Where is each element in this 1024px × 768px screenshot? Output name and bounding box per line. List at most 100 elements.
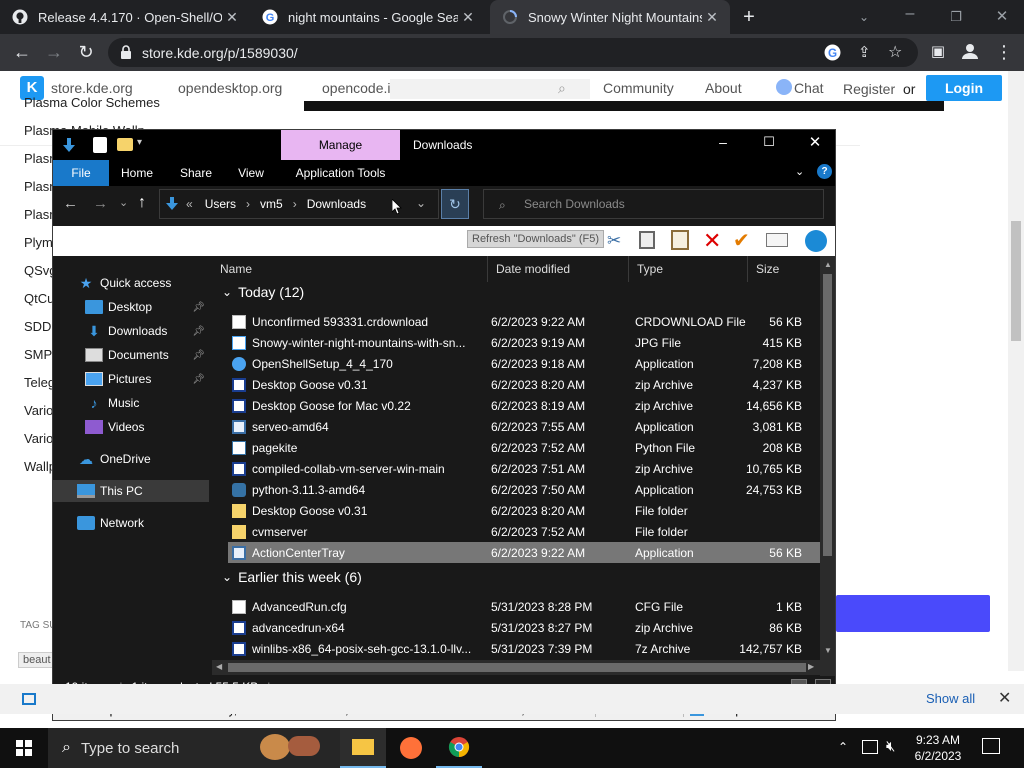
tab-home[interactable]: Home [113,160,161,186]
tab-google-search[interactable]: G night mountains - Google Search ✕ [250,0,486,34]
google-lens-icon[interactable]: G [824,44,841,64]
profile-icon[interactable] [960,42,980,62]
hscroll-thumb[interactable] [228,663,806,672]
tab-kde-store[interactable]: Snowy Winter Night Mountains W ✕ [490,0,730,34]
file-row[interactable]: Snowy-winter-night-mountains-with-sn... 6… [228,332,820,353]
notification-center-icon[interactable] [982,738,1000,754]
group-header[interactable]: ⌄ Today (12) [222,284,304,300]
file-row[interactable]: Desktop Goose for Mac v0.22 6/2/2023 8:19… [228,395,820,416]
side-panel-icon[interactable]: ▣ [928,42,948,62]
pin-icon[interactable]: 📌︎ [192,302,205,313]
scroll-right-arrow-icon[interactable]: ▶ [808,662,814,671]
address-bar[interactable]: store.kde.org/p/1589030/ G ⇪ ☆ [108,38,918,67]
close-window-button[interactable]: ✕ [990,6,1014,28]
register-link[interactable]: Register [843,81,895,97]
file-row[interactable]: Desktop Goose v0.31 6/2/2023 8:20 AM zip A… [228,374,820,395]
properties-card-icon[interactable] [766,233,788,247]
about-menu[interactable]: About [705,80,742,96]
site-search-icon[interactable]: ⌕ [558,80,566,97]
recent-locations-chevron-icon[interactable]: ⌄ [119,196,128,209]
new-folder-quick-icon[interactable] [117,138,133,151]
file-row[interactable]: ActionCenterTray 6/2/2023 9:22 AM Applicat… [228,542,820,563]
tab-github-release[interactable]: Release 4.4.170 · Open-Shell/Ope ✕ [0,0,250,34]
close-tab-icon[interactable]: ✕ [458,9,478,26]
opencode-link[interactable]: opencode.i [322,80,391,96]
nav-videos[interactable]: Videos [85,416,209,438]
column-type[interactable]: Type [629,256,748,282]
minimize-button[interactable]: – [709,134,737,154]
back-arrow-icon[interactable]: ← [63,195,78,212]
new-tab-button[interactable]: + [738,6,760,28]
nav-desktop[interactable]: Desktop 📌︎ [85,296,209,318]
reload-icon[interactable]: ↻ [76,42,96,62]
scroll-left-arrow-icon[interactable]: ◀ [216,662,222,671]
nav-pictures[interactable]: Pictures 📌︎ [85,368,209,390]
sidebar-item[interactable]: QtCu [24,291,54,306]
close-tab-icon[interactable]: ✕ [222,9,242,26]
tab-application-tools[interactable]: Application Tools [281,160,400,186]
show-hidden-icons-chevron-icon[interactable]: ⌃ [838,740,848,754]
overflow-chevron-icon[interactable]: « [186,197,193,211]
file-row[interactable]: Unconfirmed 593331.crdownload 6/2/2023 9:… [228,311,820,332]
pin-icon[interactable]: 📌︎ [192,350,205,361]
file-explorer-taskbar-button[interactable] [340,728,386,768]
download-button[interactable] [836,595,990,632]
store-link[interactable]: store.kde.org [51,80,133,96]
expand-ribbon-chevron-icon[interactable]: ⌄ [795,165,804,178]
properties-quick-icon[interactable] [93,137,107,153]
sidebar-item[interactable]: SMPl [24,347,55,362]
horizontal-scrollbar[interactable]: ◀ ▶ [212,660,820,675]
close-shelf-icon[interactable]: ✕ [998,688,1011,708]
chrome-taskbar-button[interactable] [436,728,482,768]
page-scrollbar-thumb[interactable] [1011,221,1021,341]
nav-music[interactable]: ♪ Music [85,392,209,414]
close-tab-icon[interactable]: ✕ [702,9,722,26]
network-tray-icon[interactable] [862,740,878,754]
tab-share[interactable]: Share [173,160,219,186]
breadcrumb-downloads[interactable]: Downloads [307,197,366,211]
sidebar-item[interactable]: Plasma Color Schemes [24,95,160,110]
help-icon[interactable]: ? [817,164,832,179]
group-header[interactable]: ⌄ Earlier this week (6) [222,569,362,585]
clock[interactable]: 9:23 AM 6/2/2023 [906,733,970,763]
show-all-link[interactable]: Show all [926,691,975,706]
close-button[interactable]: ✕ [801,133,829,153]
file-row[interactable]: python-3.11.3-amd64 6/2/2023 7:50 AM Appli… [228,479,820,500]
page-scrollbar[interactable] [1008,71,1024,671]
collapse-chevron-icon[interactable]: ⌄ [222,570,232,584]
column-size[interactable]: Size [748,256,820,282]
column-date-modified[interactable]: Date modified [488,256,629,282]
breadcrumb-users[interactable]: Users [205,197,236,211]
delete-x-icon[interactable]: ✕ [703,228,721,254]
taskbar-search-box[interactable]: ⌕ Type to search [48,728,340,768]
opendesktop-link[interactable]: opendesktop.org [178,80,282,96]
sidebar-item[interactable]: Vario [24,431,53,446]
quick-access-toolbar-chevron-icon[interactable]: ▾ [137,137,142,148]
firefox-taskbar-button[interactable] [388,728,434,768]
pin-icon[interactable]: 📌︎ [192,326,205,337]
scroll-up-arrow-icon[interactable]: ▲ [824,260,832,269]
refresh-button[interactable]: ↻ [441,189,469,219]
nav-quick-access[interactable]: ★ Quick access [77,272,209,294]
share-icon[interactable]: ⇪ [858,43,871,61]
manage-context-tab[interactable]: Manage [281,130,400,160]
file-row[interactable]: advancedrun-x64 5/31/2023 8:27 PM zip Arch… [228,617,820,638]
back-arrow-icon[interactable]: ← [12,42,32,62]
login-button[interactable]: Login [926,75,1002,101]
forward-arrow-icon[interactable]: → [93,195,108,212]
file-row[interactable]: winlibs-x86_64-posix-seh-gcc-13.1.0-llv.… [228,638,820,659]
start-windows-icon[interactable] [0,728,48,768]
minimize-window-button[interactable]: – [898,6,922,28]
address-dropdown-chevron-icon[interactable]: ⌄ [416,196,426,210]
sidebar-item[interactable]: Vario [24,403,53,418]
collapse-chevron-icon[interactable]: ⌄ [222,285,232,299]
column-name[interactable]: Name [212,256,488,282]
pin-icon[interactable]: 📌︎ [192,374,205,385]
chat-link[interactable]: Chat [794,80,824,96]
tag-chip[interactable]: beaut [18,652,56,668]
nav-network[interactable]: Network [77,512,209,534]
kebab-menu-icon[interactable]: ⋮ [994,42,1014,62]
volume-muted-icon[interactable]: 🔇︎ [886,738,895,755]
sidebar-item[interactable]: Teleg [24,375,55,390]
file-row[interactable]: AdvancedRun.cfg 5/31/2023 8:28 PM CFG File… [228,596,820,617]
